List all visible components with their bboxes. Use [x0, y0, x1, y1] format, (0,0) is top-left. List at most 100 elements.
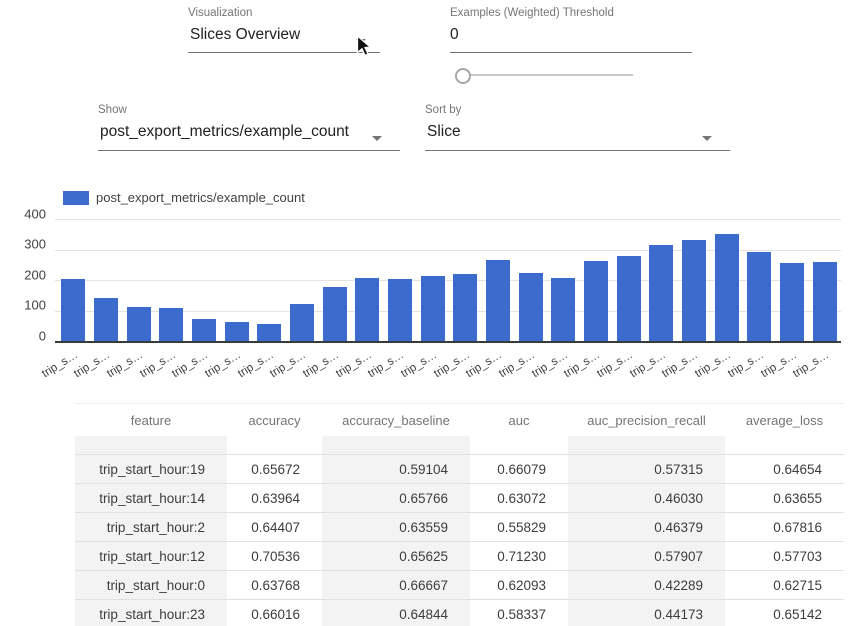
bar-slot: trip_s… [449, 220, 482, 342]
bar-slot: trip_s… [90, 220, 123, 342]
threshold-field[interactable]: Examples (Weighted) Threshold [450, 7, 692, 53]
bar[interactable] [323, 287, 347, 343]
cell-auc: 0.63072 [470, 484, 568, 513]
cell-average_loss: 0.63655 [725, 484, 844, 513]
table-row[interactable]: trip_start_hour:20.644070.635590.558290.… [75, 513, 844, 542]
table-row[interactable]: trip_start_hour:00.637680.666670.620930.… [75, 571, 844, 600]
show-dropdown[interactable]: Show post_export_metrics/example_count [98, 104, 400, 151]
visualization-label: Visualization [188, 7, 380, 19]
bar[interactable] [159, 308, 183, 342]
column-header-accuracy_baseline[interactable]: accuracy_baseline [322, 404, 470, 437]
bar[interactable] [486, 260, 510, 342]
x-axis-baseline [55, 341, 841, 343]
x-axis-label: trip_s… [759, 349, 799, 380]
bar[interactable] [715, 234, 739, 342]
bar[interactable] [519, 273, 543, 343]
cell-accuracy_baseline: 0.65625 [322, 542, 470, 571]
cell-auc: 0.71230 [470, 542, 568, 571]
bar[interactable] [551, 278, 575, 342]
column-header-auc[interactable]: auc [470, 404, 568, 437]
bar[interactable] [813, 262, 837, 342]
cell-auc: 0.55829 [470, 513, 568, 542]
bar-slot: trip_s… [612, 220, 645, 342]
x-axis-label: trip_s… [366, 349, 406, 380]
bar[interactable] [649, 245, 673, 342]
bar[interactable] [355, 278, 379, 342]
column-header-average_loss[interactable]: average_loss [725, 404, 844, 437]
cell-accuracy: 0.66016 [227, 600, 322, 626]
column-header-feature[interactable]: feature [75, 404, 227, 437]
bar[interactable] [780, 263, 804, 342]
x-axis-label: trip_s… [628, 349, 668, 380]
x-axis-label: trip_s… [497, 349, 537, 380]
sort-by-dropdown[interactable]: Sort by Slice [425, 104, 730, 151]
bar-slot: trip_s… [645, 220, 678, 342]
bar-slot: trip_s… [547, 220, 580, 342]
cell-auc_precision_recall: 0.57315 [568, 455, 725, 484]
sort-by-value[interactable]: Slice [425, 123, 730, 141]
bar-slot: trip_s… [220, 220, 253, 342]
bar[interactable] [61, 279, 85, 342]
bar[interactable] [127, 307, 151, 342]
table-row[interactable]: trip_start_hour:140.639640.657660.630720… [75, 484, 844, 513]
table-row[interactable]: trip_start_hour:230.660160.648440.583370… [75, 600, 844, 626]
x-axis-label: trip_s… [301, 349, 341, 380]
filter-cell [568, 436, 725, 455]
bar[interactable] [192, 319, 216, 343]
visualization-dropdown[interactable]: Visualization Slices Overview [188, 7, 380, 53]
cell-accuracy: 0.63768 [227, 571, 322, 600]
cell-auc_precision_recall: 0.57907 [568, 542, 725, 571]
bar[interactable] [388, 279, 412, 342]
x-axis-label: trip_s… [791, 349, 831, 380]
bar[interactable] [94, 298, 118, 342]
sort-by-label: Sort by [425, 104, 730, 116]
filter-cell [470, 436, 568, 455]
bar-slot: trip_s… [776, 220, 809, 342]
slider-handle[interactable] [455, 68, 471, 84]
threshold-slider[interactable] [455, 66, 637, 84]
cell-average_loss: 0.57703 [725, 542, 844, 571]
bar[interactable] [682, 240, 706, 343]
visualization-value[interactable]: Slices Overview [188, 26, 380, 44]
cell-accuracy: 0.65672 [227, 455, 322, 484]
cell-auc: 0.58337 [470, 600, 568, 626]
cell-average_loss: 0.67816 [725, 513, 844, 542]
x-axis-label: trip_s… [203, 349, 243, 380]
bar[interactable] [421, 276, 445, 342]
bar-slot: trip_s… [514, 220, 547, 342]
legend-swatch [63, 191, 89, 205]
table-row[interactable]: trip_start_hour:190.656720.591040.660790… [75, 455, 844, 484]
cell-feature: trip_start_hour:2 [75, 513, 227, 542]
cell-accuracy: 0.63964 [227, 484, 322, 513]
bar-slot: trip_s… [580, 220, 613, 342]
mouse-cursor-icon [356, 35, 373, 63]
bar[interactable] [257, 324, 281, 342]
bar[interactable] [747, 252, 771, 342]
chevron-down-icon[interactable] [372, 136, 382, 141]
column-header-auc_precision_recall[interactable]: auc_precision_recall [568, 404, 725, 437]
bar[interactable] [453, 274, 477, 342]
table-filter-row [75, 436, 844, 455]
bar[interactable] [290, 304, 314, 342]
field-underline [98, 150, 400, 151]
bar-slot: trip_s… [57, 220, 90, 342]
table-row[interactable]: trip_start_hour:120.705360.656250.712300… [75, 542, 844, 571]
show-label: Show [98, 104, 400, 116]
x-axis-label: trip_s… [334, 349, 374, 380]
chevron-down-icon[interactable] [702, 136, 712, 141]
threshold-input[interactable] [450, 26, 550, 44]
x-axis-label: trip_s… [562, 349, 602, 380]
cell-feature: trip_start_hour:0 [75, 571, 227, 600]
y-axis-tick-label: 200 [24, 268, 46, 281]
bar[interactable] [617, 256, 641, 342]
bar-slot: trip_s… [351, 220, 384, 342]
bar[interactable] [225, 322, 249, 342]
bar[interactable] [584, 261, 608, 342]
slider-track[interactable] [461, 74, 633, 76]
show-value[interactable]: post_export_metrics/example_count [98, 123, 400, 141]
column-header-accuracy[interactable]: accuracy [227, 404, 322, 437]
x-axis-label: trip_s… [236, 349, 276, 380]
x-axis-label: trip_s… [138, 349, 178, 380]
bar-slot: trip_s… [122, 220, 155, 342]
bar-slot: trip_s… [416, 220, 449, 342]
